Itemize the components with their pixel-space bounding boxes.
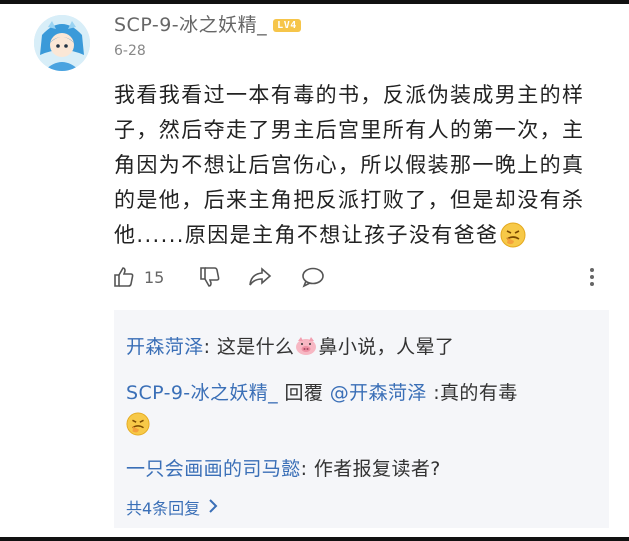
content-line: 角因为不想让后宫伤心，所以假装那一晚上的真: [114, 153, 585, 177]
like-count: 15: [144, 267, 165, 287]
avatar[interactable]: [34, 15, 90, 71]
reply-text: 鼻小说，人晕了: [318, 336, 455, 358]
reply-mention[interactable]: @开森菏泽: [330, 382, 427, 404]
comment-icon: [300, 265, 326, 289]
author-name-text: SCP-9-冰之妖精_: [114, 14, 268, 36]
share-icon: [247, 265, 273, 289]
poisoned-face-emoji-icon: [500, 222, 526, 248]
more-vertical-icon: [588, 265, 596, 289]
thumb-up-icon: [112, 265, 136, 289]
more-options-button[interactable]: [588, 262, 596, 292]
post-author-name[interactable]: SCP-9-冰之妖精_ LV4: [114, 10, 301, 37]
reply-item[interactable]: SCP-9-冰之妖精_ 回覆 @开森菏泽 :真的有毒: [126, 378, 518, 405]
reply-word: 回覆: [278, 382, 330, 404]
chevron-right-icon: [208, 498, 218, 517]
top-border: [0, 0, 629, 4]
thumb-down-icon: [198, 265, 222, 289]
reply-emoji-line: [126, 412, 150, 436]
share-button[interactable]: [247, 262, 273, 292]
reply-section: 开森菏泽: 这是什么 鼻小说，人晕了 SCP-9-冰之妖精_ 回覆 @开森菏泽 :…: [114, 310, 609, 528]
reply-item[interactable]: 开森菏泽: 这是什么 鼻小说，人晕了: [126, 332, 454, 359]
reply-author[interactable]: 一只会画画的司马懿: [126, 458, 301, 480]
reply-text: 作者报复读者?: [307, 458, 441, 480]
reply-author[interactable]: SCP-9-冰之妖精_: [126, 382, 278, 404]
level-badge: LV4: [273, 19, 301, 32]
reply-item[interactable]: 一只会画画的司马懿: 作者报复读者?: [126, 454, 441, 481]
dislike-button[interactable]: [198, 262, 222, 292]
comment-button[interactable]: [300, 262, 326, 292]
content-line: 的是他，后来主角把反派打败了，但是却没有杀: [114, 188, 585, 212]
view-all-replies-label: 共4条回复: [126, 499, 201, 518]
post-date: 6-28: [114, 43, 146, 59]
pig-nose-emoji-icon: [294, 334, 318, 358]
reply-text: 这是什么: [210, 336, 295, 358]
content-line: 他......原因是主角不想让孩子没有爸爸: [114, 218, 609, 253]
content-line: 子，然后夺走了男主后宫里所有人的第一次，主: [114, 118, 585, 142]
post-content: 我看我看过一本有毒的书，反派伪装成男主的样 子，然后夺走了男主后宫里所有人的第一…: [114, 78, 609, 253]
content-line: 我看我看过一本有毒的书，反派伪装成男主的样: [114, 83, 585, 107]
reply-author[interactable]: 开森菏泽: [126, 336, 204, 358]
post-action-bar: 15: [112, 262, 612, 292]
reply-text: :真的有毒: [426, 382, 518, 404]
view-all-replies-link[interactable]: 共4条回复: [126, 495, 218, 519]
poisoned-face-emoji-icon: [126, 412, 150, 436]
like-button[interactable]: 15: [112, 262, 164, 292]
content-line-text: 他......原因是主角不想让孩子没有爸爸: [114, 223, 499, 247]
bottom-border: [0, 537, 629, 541]
